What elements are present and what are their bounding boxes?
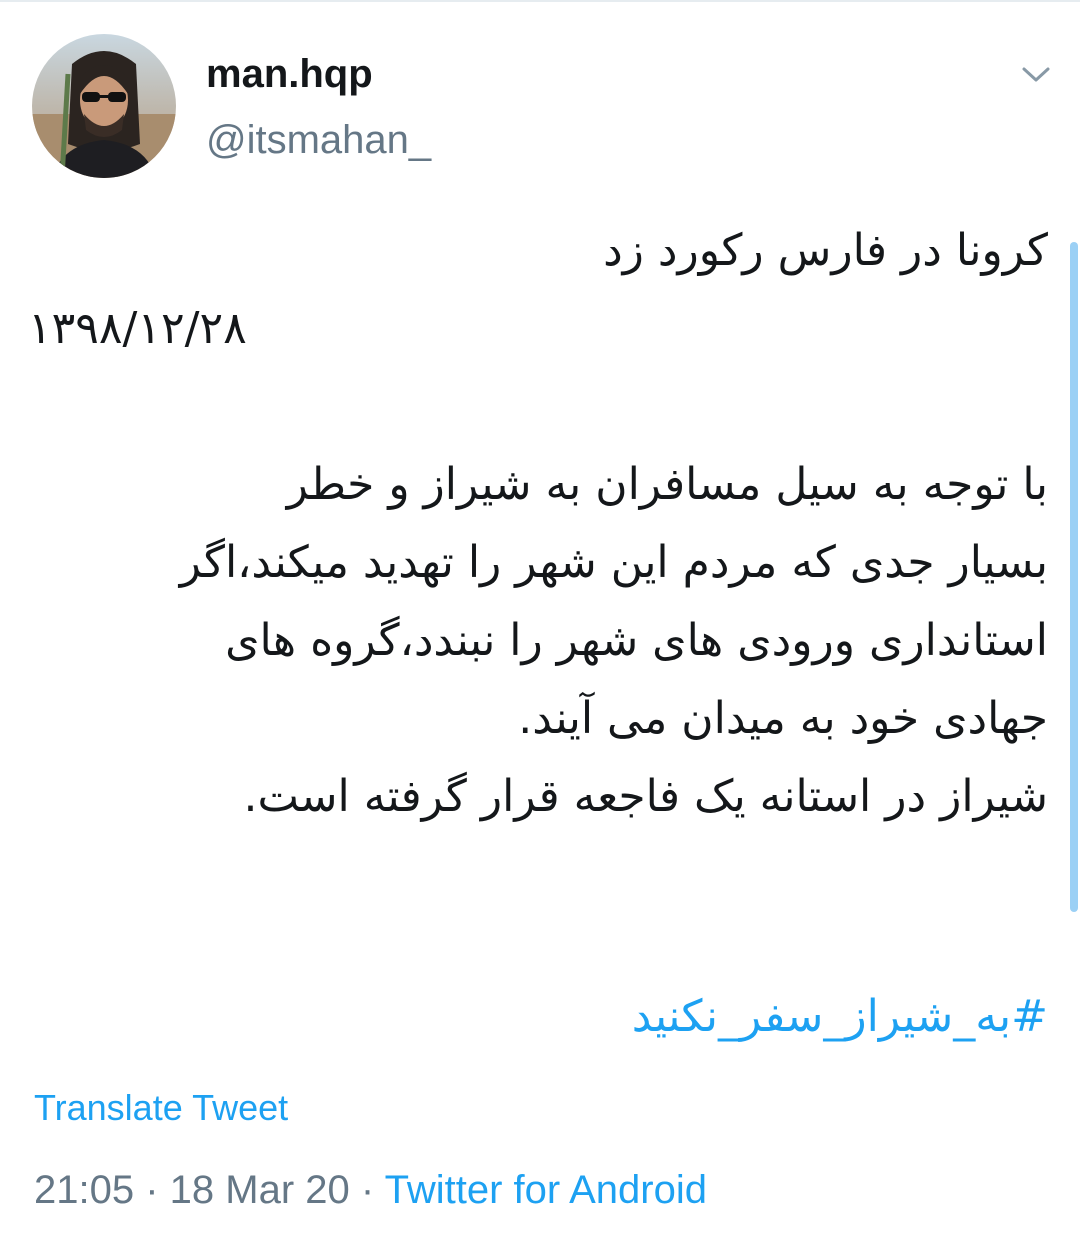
- tweet-line: کرونا در فارس رکورد زد: [603, 225, 1048, 276]
- tweet-date: 18 Mar 20: [169, 1168, 350, 1212]
- tweet-line: شیراز در استانه یک فاجعه قرار گرفته است.: [243, 771, 1048, 822]
- tweet-source-link[interactable]: Twitter for Android: [385, 1168, 707, 1212]
- scrollbar[interactable]: [1070, 242, 1078, 912]
- tweet-options-button[interactable]: [1014, 60, 1058, 90]
- tweet-line: ۱۳۹۸/۱۲/۲۸: [28, 303, 247, 354]
- display-name[interactable]: man.hqp: [206, 50, 373, 98]
- tweet-metadata: 21:05 · 18 Mar 20 · Twitter for Android: [34, 1166, 707, 1214]
- tweet-line: جهادی خود به میدان می آیند.: [518, 693, 1048, 744]
- meta-separator: ·: [134, 1168, 170, 1212]
- user-handle[interactable]: @itsmahan_: [206, 116, 431, 164]
- meta-separator: ·: [349, 1168, 385, 1212]
- avatar-image: [32, 34, 176, 178]
- chevron-down-icon: [1022, 67, 1050, 82]
- tweet-line: با توجه به سیل مسافران به شیراز و خطر: [286, 459, 1048, 510]
- tweet-line: [28, 368, 1048, 446]
- translate-tweet-link[interactable]: Translate Tweet: [34, 1086, 288, 1130]
- hashtag-link[interactable]: #به_شیراز_سفر_نکنید: [28, 978, 1048, 1056]
- top-divider: [0, 0, 1080, 2]
- tweet-text: کرونا در فارس رکورد زد ۱۳۹۸/۱۲/۲۸ با توج…: [28, 212, 1048, 836]
- tweet-line: استانداری ورودی های شهر را نبندد،گروه ها…: [225, 615, 1048, 666]
- tweet-line: بسیار جدی که مردم این شهر را تهدید میکند…: [179, 537, 1048, 588]
- tweet-time: 21:05: [34, 1168, 135, 1212]
- avatar[interactable]: [32, 34, 176, 178]
